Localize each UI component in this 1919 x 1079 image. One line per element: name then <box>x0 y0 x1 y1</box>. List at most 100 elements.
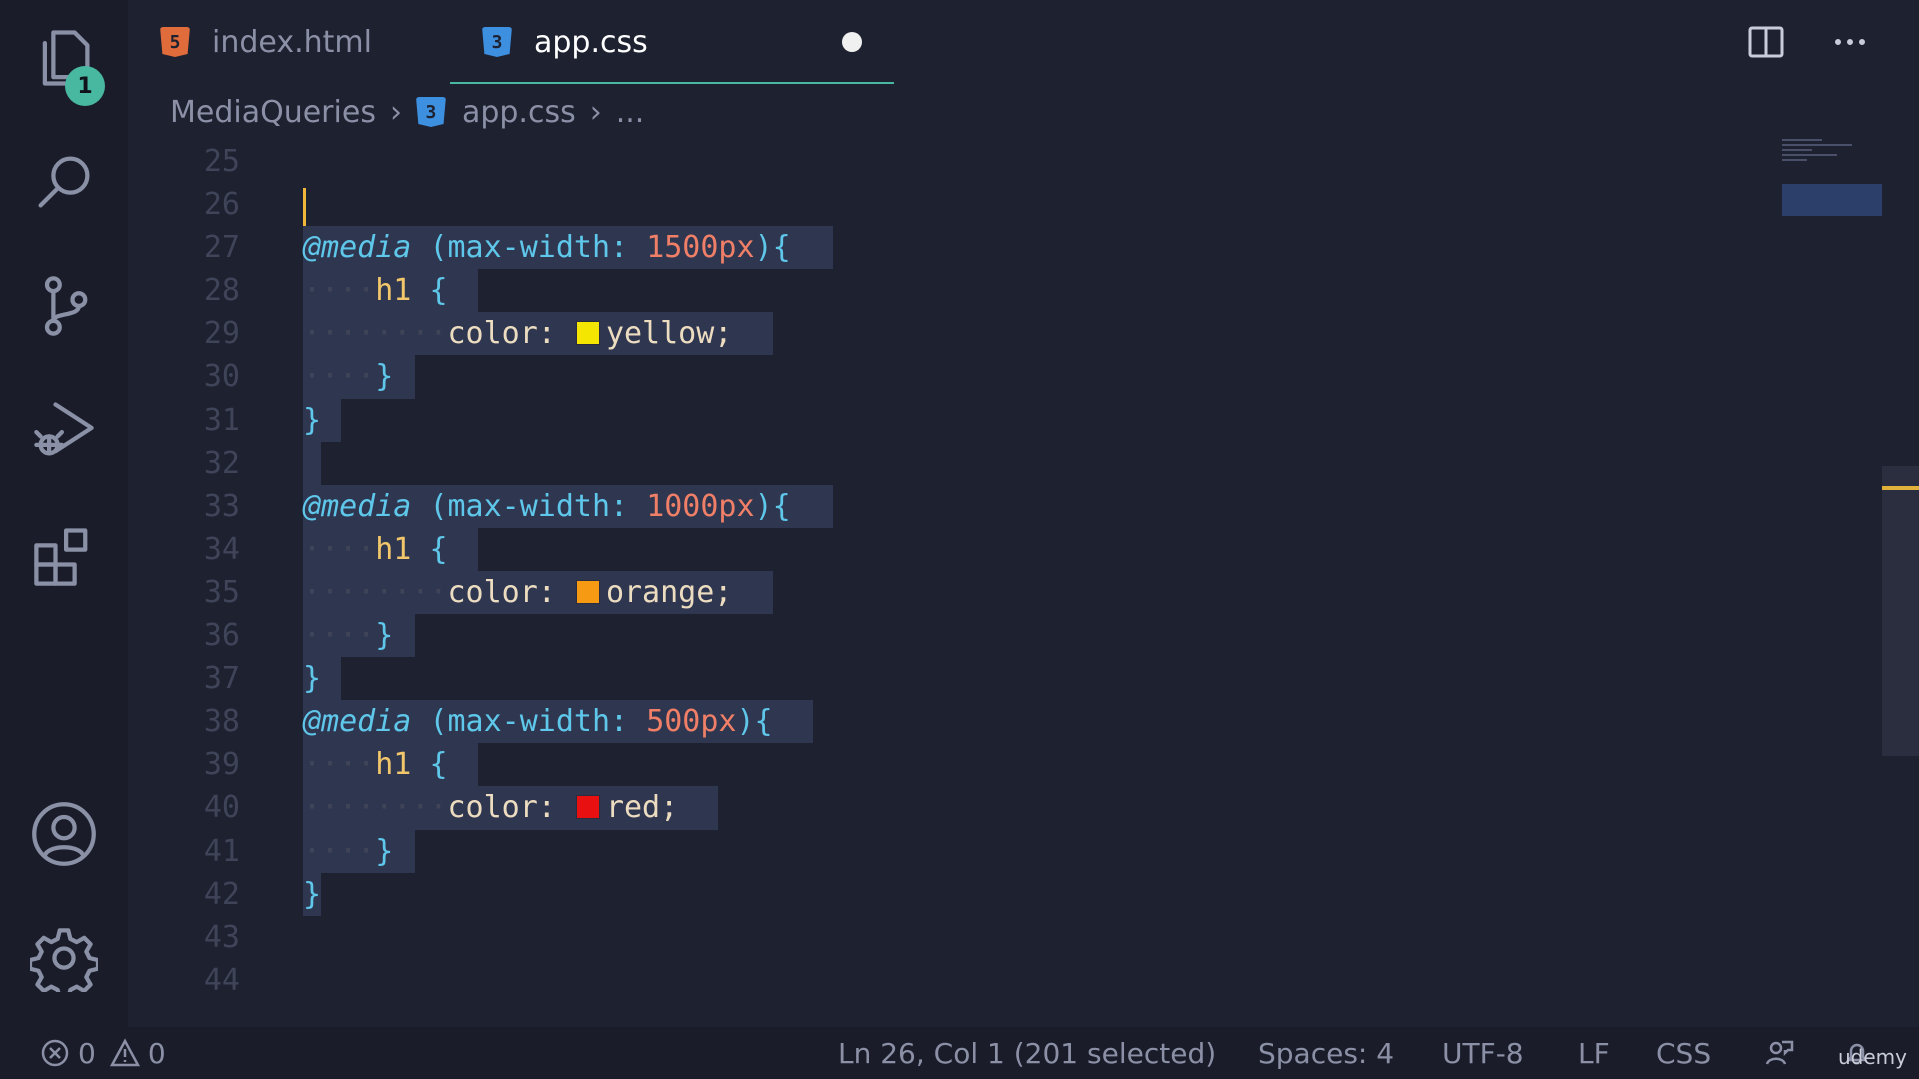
explorer-badge: 1 <box>65 66 105 106</box>
account-button[interactable] <box>0 784 128 884</box>
code-line[interactable]: ········color: orange; <box>303 570 791 615</box>
minimap[interactable] <box>1782 136 1882 236</box>
code-token: ···· <box>303 359 376 395</box>
tab-app-css[interactable]: 3 app.css <box>450 0 894 84</box>
code-line[interactable]: } <box>303 872 791 916</box>
media-keyword: @media <box>303 230 412 266</box>
vertical-scrollbar[interactable] <box>1882 466 1919 756</box>
brace: ){ <box>736 704 773 740</box>
code-token: ···· <box>303 747 376 783</box>
activity-bar: 1 <box>0 0 128 1027</box>
media-value: 1000px <box>646 488 755 524</box>
code-line[interactable]: ····h1 { <box>303 743 791 787</box>
run-debug-icon <box>34 402 94 456</box>
language-mode[interactable]: CSS <box>1656 1027 1711 1079</box>
breadcrumb: MediaQueries › 3 app.css › ... <box>170 88 644 136</box>
code-line[interactable]: ····} <box>303 614 791 658</box>
line-number: 44 <box>203 962 240 998</box>
line-number: 31 <box>203 402 240 438</box>
brace: } <box>303 402 322 438</box>
account-icon <box>32 802 96 866</box>
code-line[interactable] <box>303 441 791 485</box>
line-number: 43 <box>203 919 240 955</box>
ellipsis-icon <box>1835 39 1865 45</box>
code-line[interactable]: } <box>303 398 791 442</box>
settings-button[interactable] <box>0 908 128 1008</box>
more-actions-button[interactable] <box>1826 18 1874 66</box>
run-debug-button[interactable] <box>0 380 128 480</box>
code-line[interactable]: ········color: yellow; <box>303 312 791 356</box>
cursor-position[interactable]: Ln 26, Col 1 (201 selected) <box>838 1027 1216 1079</box>
gear-icon <box>30 928 98 992</box>
css-selector: h1 <box>375 531 412 567</box>
code-line[interactable]: ····h1 { <box>303 269 791 313</box>
source-control-button[interactable] <box>0 256 128 356</box>
line-number: 29 <box>203 316 240 352</box>
breadcrumb-more[interactable]: ... <box>616 95 645 130</box>
css-selector: h1 <box>375 747 412 783</box>
eol-setting[interactable]: LF <box>1578 1027 1610 1079</box>
line-number: 38 <box>203 704 240 740</box>
code-line[interactable] <box>303 959 791 1002</box>
tab-index-html[interactable]: 5 index.html <box>160 0 460 84</box>
tab-label: app.css <box>534 24 648 60</box>
warning-icon <box>109 1038 140 1067</box>
extensions-button[interactable] <box>0 506 128 606</box>
brace: } <box>375 618 394 654</box>
indentation-setting[interactable]: Spaces: 4 <box>1258 1027 1394 1079</box>
source-control-icon <box>44 276 88 336</box>
code-token: ········ <box>303 790 448 826</box>
code-line[interactable]: } <box>303 657 791 701</box>
code-line[interactable]: @media (max-width: 1500px){ <box>303 226 833 270</box>
encoding-setting[interactable]: UTF-8 <box>1442 1027 1524 1079</box>
chevron-right-icon: › <box>589 94 602 130</box>
line-number: 27 <box>203 230 240 266</box>
media-feature: (max-width: <box>429 704 629 740</box>
line-number: 39 <box>203 747 240 783</box>
color-swatch[interactable] <box>575 321 600 346</box>
search-button[interactable] <box>0 132 128 232</box>
brace: } <box>303 876 322 912</box>
breadcrumb-file[interactable]: app.css <box>462 95 576 130</box>
line-number-gutter: 25 26 27 28 29 30 31 32 33 34 35 36 37 38 39 40 41 42 43 44 <box>128 140 240 1002</box>
feedback-button[interactable] <box>1764 1027 1794 1079</box>
code-content[interactable]: @media (max-width: 1500px){····h1 {·····… <box>303 140 833 1002</box>
css-selector: h1 <box>375 273 412 309</box>
brace: } <box>303 661 322 697</box>
code-line[interactable]: @media (max-width: 1000px){ <box>303 484 833 528</box>
brace: ){ <box>754 230 791 266</box>
code-editor[interactable]: 25 26 27 28 29 30 31 32 33 34 35 36 37 38 39 40 41 42 43 44… <box>128 140 1778 1020</box>
breadcrumb-folder[interactable]: MediaQueries <box>170 95 376 130</box>
code-line[interactable]: ········color: red; <box>303 786 791 830</box>
explorer-button[interactable]: 1 <box>0 8 128 108</box>
brace: } <box>375 359 394 395</box>
code-line[interactable]: ····} <box>303 355 791 399</box>
css-property: color: <box>447 790 556 826</box>
line-number: 34 <box>203 531 240 567</box>
tab-label: index.html <box>212 24 372 60</box>
problems-indicator[interactable]: 0 0 <box>40 1027 166 1079</box>
code-line[interactable] <box>303 916 791 959</box>
unsaved-dot-icon[interactable] <box>842 32 862 52</box>
css-value: red; <box>605 790 679 826</box>
split-editor-button[interactable] <box>1742 18 1790 66</box>
color-swatch[interactable] <box>575 579 600 604</box>
code-line[interactable] <box>303 140 791 183</box>
code-token: ···· <box>303 531 376 567</box>
brace: { <box>429 273 448 309</box>
code-line[interactable]: ····h1 { <box>303 527 791 571</box>
color-swatch[interactable] <box>575 795 600 820</box>
code-line[interactable]: @media (max-width: 500px){ <box>303 700 813 744</box>
code-line[interactable] <box>303 183 791 226</box>
css-value: orange; <box>605 574 733 610</box>
code-line[interactable]: ····} <box>303 829 791 873</box>
code-token: ···· <box>303 833 376 869</box>
brace: { <box>429 531 448 567</box>
line-number: 26 <box>203 187 240 223</box>
